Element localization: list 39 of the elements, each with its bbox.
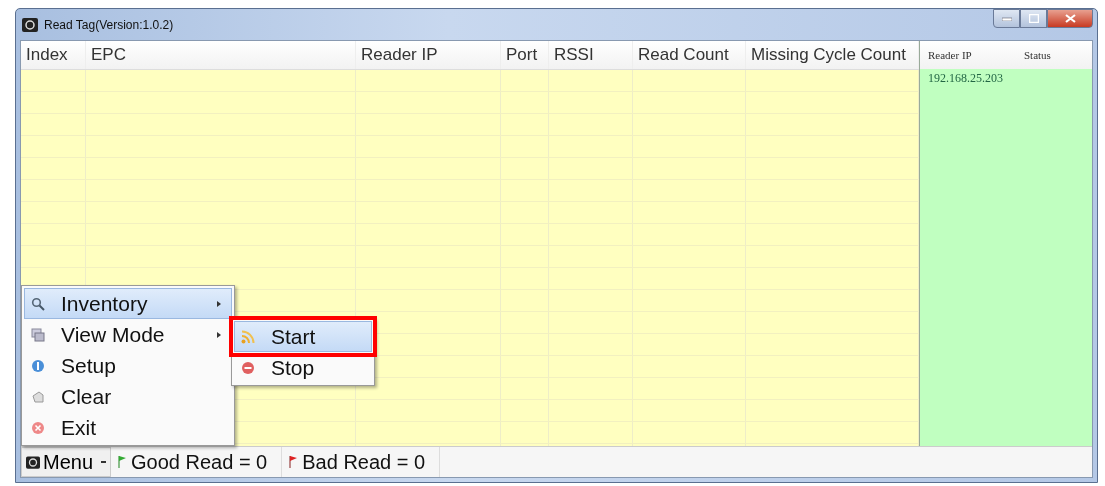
submenu-arrow-icon (217, 300, 221, 307)
menu-item[interactable]: Stop (234, 352, 372, 383)
column-header[interactable]: Port (506, 45, 538, 65)
stop-icon (241, 360, 255, 375)
column-header[interactable]: Reader IP (361, 45, 438, 65)
column-header[interactable]: Status (1024, 49, 1051, 61)
close-icon (31, 420, 45, 435)
flag-icon (117, 455, 128, 469)
column-header[interactable]: EPC (91, 45, 126, 65)
info-icon (31, 358, 45, 373)
bad-read-count: Bad Read = 0 (302, 450, 426, 474)
close-button[interactable] (1047, 9, 1093, 28)
submenu-arrow-icon (217, 331, 221, 338)
maximize-button[interactable] (1020, 9, 1047, 28)
menu-item[interactable]: Inventory (24, 288, 232, 319)
minimize-icon (1001, 16, 1012, 21)
maximize-icon (1028, 14, 1039, 23)
column-header[interactable]: Read Count (638, 45, 729, 65)
app-icon (26, 455, 40, 469)
reader-ip: 192.168.25.203 (928, 71, 1003, 85)
menu-item[interactable]: Setup (24, 350, 232, 381)
column-header[interactable]: RSSI (554, 45, 594, 65)
column-header[interactable]: Missing Cycle Count (751, 45, 906, 65)
menu-item[interactable]: Clear (24, 381, 232, 412)
search-icon (31, 296, 45, 311)
column-header[interactable]: Reader IP (928, 49, 1024, 61)
window-title: Read Tag(Version:1.0.2) (44, 17, 174, 32)
good-read-count: Good Read = 0 (131, 450, 268, 474)
column-header[interactable]: Index (26, 45, 68, 65)
menu-item[interactable]: Exit (24, 412, 232, 443)
app-icon (22, 17, 38, 32)
rss-icon (241, 329, 255, 344)
windows-icon (31, 327, 45, 342)
menu-button[interactable]: Menu (21, 447, 112, 477)
minimize-button[interactable] (993, 9, 1020, 28)
menu-item[interactable]: View Mode (24, 319, 232, 350)
close-icon (1064, 14, 1076, 23)
flag-icon (288, 455, 299, 469)
caret-icon (101, 461, 107, 463)
